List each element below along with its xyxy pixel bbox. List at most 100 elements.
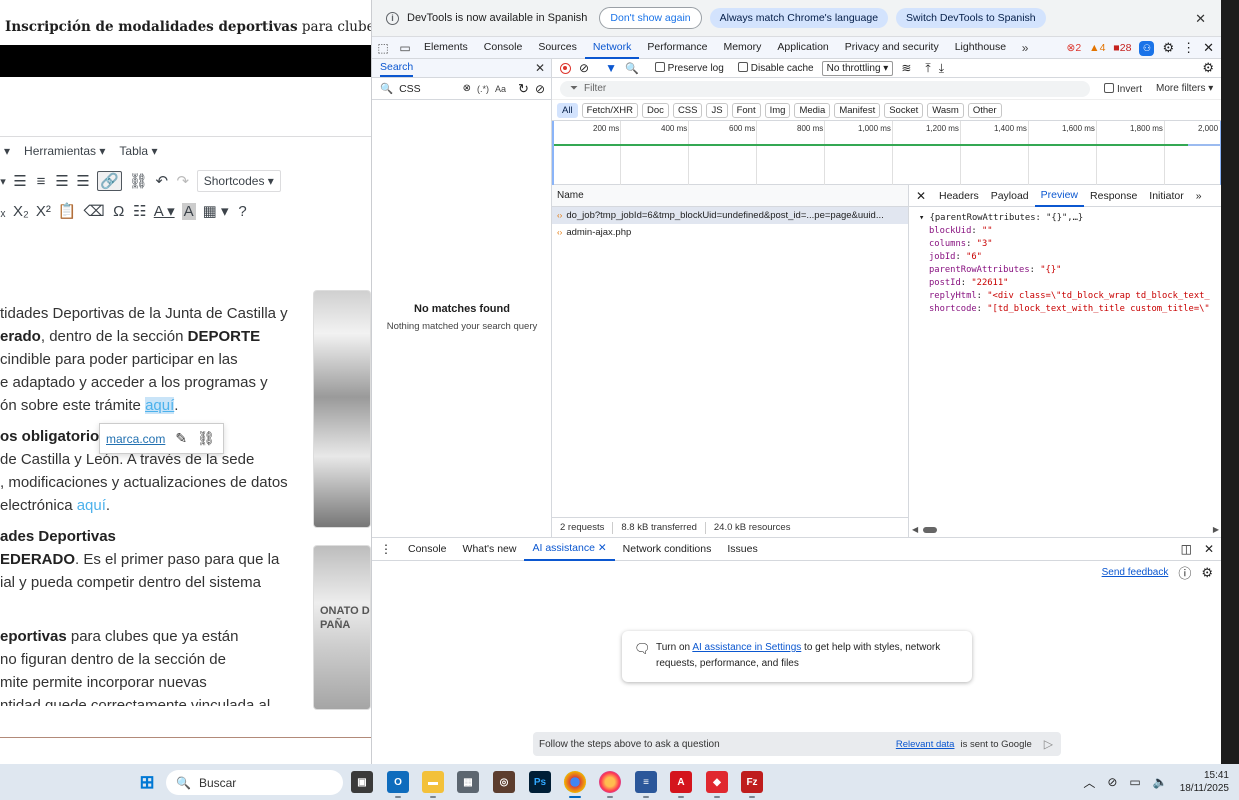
background-color-icon[interactable]: A [181, 202, 196, 220]
show-hidden-icons[interactable]: ︿ [1083, 774, 1095, 791]
request-row[interactable]: ‹› admin-ajax.php [552, 224, 908, 241]
type-img[interactable]: Img [764, 102, 791, 118]
horizontal-scrollbar[interactable]: ◀ ▶ [909, 525, 1222, 535]
windows-start-icon[interactable]: ⊞ [136, 771, 158, 793]
search-tab[interactable]: Search [380, 59, 414, 77]
table-icon[interactable]: ▦ ▾ [203, 202, 229, 220]
content-image[interactable]: ONATO DE PAÑA [313, 545, 371, 710]
drawer-menu-icon[interactable]: ⋮ [372, 538, 400, 560]
import-har-icon[interactable]: ⤒ [925, 61, 930, 76]
close-search-icon[interactable]: ✕ [535, 61, 545, 75]
clear-log-icon[interactable]: ⊘ [579, 61, 589, 75]
editor-content[interactable]: tidades Deportivas de la Junta de Castil… [0, 302, 300, 706]
ai-badge-icon[interactable]: ⚇ [1139, 40, 1155, 56]
tab-preview[interactable]: Preview [1034, 185, 1085, 207]
align-right-icon[interactable]: ☰ [55, 172, 69, 190]
issue-count[interactable]: ■28 [1113, 42, 1131, 54]
scroll-right-icon[interactable]: ▶ [1213, 525, 1219, 534]
clock[interactable]: 15:41 18/11/2025 [1180, 769, 1229, 795]
undo-icon[interactable]: ↶ [155, 172, 169, 190]
invert-checkbox[interactable]: Invert [1104, 82, 1142, 95]
menu-herramientas[interactable]: Herramientas ▾ [24, 144, 105, 160]
unlink-icon[interactable]: ⛓ [129, 172, 148, 190]
drawer-tab-console[interactable]: Console [400, 538, 455, 560]
dont-show-again-button[interactable]: Don't show again [599, 7, 702, 29]
close-devtools-icon[interactable]: ✕ [1203, 40, 1214, 56]
type-media[interactable]: Media [794, 102, 831, 118]
edit-link-icon[interactable]: ✎ [175, 430, 187, 447]
indent-icon[interactable]: ☷ [133, 202, 147, 220]
ai-question-input[interactable]: Follow the steps above to ask a question… [533, 732, 1061, 756]
outlook-icon[interactable]: O [387, 771, 409, 793]
tab-application[interactable]: Application [769, 37, 836, 59]
match-language-button[interactable]: Always match Chrome's language [709, 8, 889, 28]
calculator-icon[interactable]: ▦ [457, 771, 479, 793]
name-column-header[interactable]: Name [552, 185, 908, 207]
close-details-icon[interactable]: ✕ [909, 189, 933, 203]
more-filters-dropdown[interactable]: More filters ▾ [1156, 83, 1213, 94]
type-css[interactable]: CSS [672, 102, 703, 118]
drawer-tab-issues[interactable]: Issues [719, 538, 765, 560]
tab-performance[interactable]: Performance [639, 37, 715, 59]
send-feedback-link[interactable]: Send feedback [1102, 567, 1169, 578]
app-icon[interactable]: ◎ [493, 771, 515, 793]
photoshop-icon[interactable]: Ps [529, 771, 551, 793]
dropdown-arrow-icon[interactable]: ▾ [0, 175, 6, 188]
tab-memory[interactable]: Memory [715, 37, 769, 59]
subscript-icon[interactable]: X₂ [13, 203, 29, 220]
align-left-icon[interactable]: ☰ [13, 172, 27, 190]
settings-gear-icon[interactable]: ⚙ [1162, 40, 1174, 56]
send-icon[interactable]: ▷ [1044, 737, 1053, 751]
error-count[interactable]: ⊗2 [1067, 42, 1082, 54]
task-view-icon[interactable]: ▣ [351, 771, 373, 793]
omega-icon[interactable]: Ω [112, 203, 126, 220]
tab-headers[interactable]: Headers [933, 186, 985, 206]
refresh-icon[interactable]: ↻ [518, 81, 529, 97]
warning-count[interactable]: ▲4 [1089, 42, 1105, 54]
firefox-icon[interactable] [599, 771, 621, 793]
match-case-toggle[interactable]: Aa [495, 84, 506, 94]
clear-format-icon[interactable]: ⌫ [84, 202, 105, 220]
file-explorer-icon[interactable]: ▬ [422, 771, 444, 793]
chrome-icon[interactable] [564, 771, 586, 793]
device-toolbar-icon[interactable]: ▭ [394, 41, 416, 55]
drawer-tab-ai-assistance[interactable]: AI assistance ✕ [524, 537, 615, 561]
drawer-tab-whats-new[interactable]: What's new [455, 538, 525, 560]
close-drawer-icon[interactable]: ✕ [1204, 542, 1214, 556]
scroll-left-icon[interactable]: ◀ [912, 525, 918, 534]
type-manifest[interactable]: Manifest [834, 102, 881, 118]
type-js[interactable]: JS [706, 102, 728, 118]
type-doc[interactable]: Doc [642, 102, 669, 118]
network-settings-icon[interactable]: ⚙ [1202, 60, 1214, 76]
json-root[interactable]: ▾ {parentRowAttributes: "{}",…} [919, 212, 1222, 225]
more-detail-tabs-icon[interactable]: » [1190, 186, 1208, 206]
align-center-icon[interactable]: ≡ [34, 173, 48, 190]
tab-sources[interactable]: Sources [530, 37, 585, 59]
ai-settings-icon[interactable]: ⚙ [1201, 565, 1213, 581]
network-conditions-icon[interactable]: ≋ [901, 61, 911, 75]
relevant-data-link[interactable]: Relevant data [896, 739, 955, 750]
tab-console[interactable]: Console [476, 37, 531, 59]
search-network-icon[interactable]: 🔍 [625, 62, 639, 75]
ai-settings-link[interactable]: AI assistance in Settings [692, 642, 801, 653]
help-icon[interactable]: ⓘ [1178, 563, 1191, 582]
inspect-element-icon[interactable]: ⬚ [372, 41, 394, 55]
type-fetch-xhr[interactable]: Fetch/XHR [581, 102, 639, 118]
redo-icon[interactable]: ↷ [176, 172, 190, 190]
type-wasm[interactable]: Wasm [927, 102, 964, 118]
tab-payload[interactable]: Payload [985, 186, 1035, 206]
tab-elements[interactable]: Elements [416, 37, 476, 59]
preserve-log-checkbox[interactable]: Preserve log [654, 62, 724, 74]
more-menu-icon[interactable]: ⋮ [1182, 40, 1195, 56]
record-icon[interactable] [560, 62, 571, 74]
type-font[interactable]: Font [731, 102, 761, 118]
filter-input[interactable]: ⏷ Filter [560, 80, 1090, 97]
timeline-handle-left[interactable] [552, 121, 554, 185]
content-image[interactable] [313, 290, 371, 528]
tab-response[interactable]: Response [1084, 186, 1143, 206]
scrollbar-thumb[interactable] [923, 527, 937, 533]
remove-link-icon[interactable]: ⛓ [197, 430, 215, 447]
clear-icon[interactable]: ⊘ [535, 82, 545, 96]
taskbar-search[interactable]: 🔍 Buscar [166, 770, 343, 795]
align-justify-icon[interactable]: ☰ [76, 172, 90, 190]
